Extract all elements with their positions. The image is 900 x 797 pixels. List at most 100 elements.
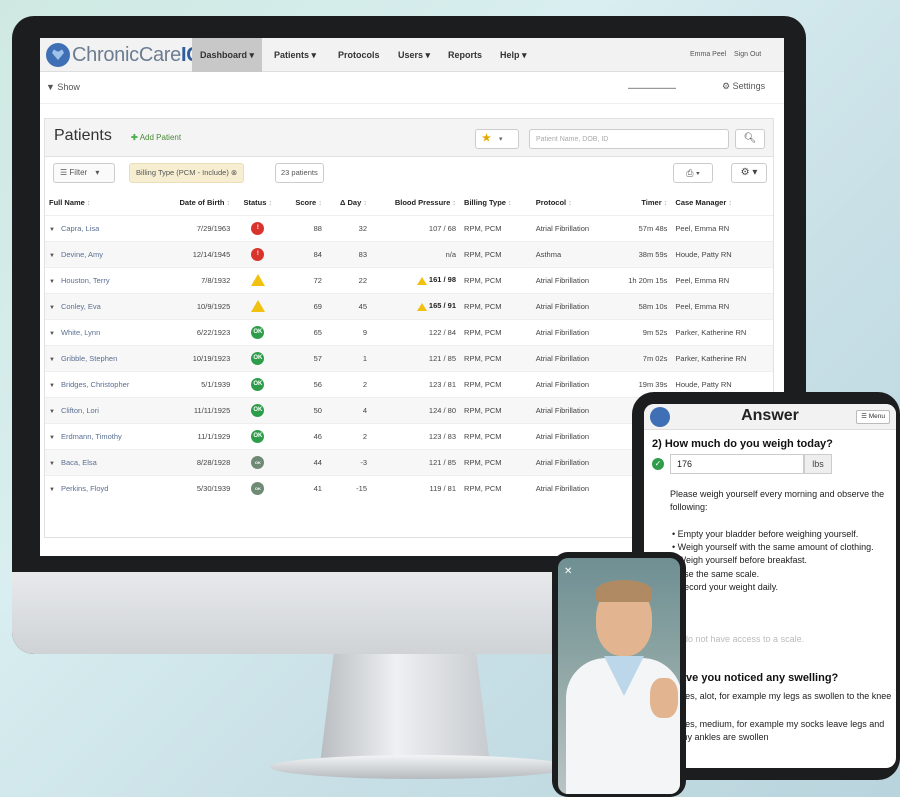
sort-icon: ↕	[663, 198, 668, 208]
blood-pressure-cell: n/a	[371, 240, 461, 267]
column-header-score[interactable]: Score ↕	[281, 191, 326, 215]
timer-cell: 38m 59s	[610, 240, 672, 267]
blood-pressure-cell: 123 / 81	[371, 370, 461, 397]
dob-cell: 11/1/1929	[158, 422, 235, 449]
patient-name-cell[interactable]: ▼ Erdmann, Timothy	[45, 422, 159, 449]
patient-name-cell[interactable]: ▼ Houston, Terry	[45, 266, 159, 293]
nav-patients[interactable]: Patients ▾	[266, 38, 324, 72]
sort-icon: ↕	[452, 198, 457, 208]
nav-users[interactable]: Users ▾	[390, 38, 438, 72]
patient-name-cell[interactable]: ▼ Perkins, Floyd	[45, 474, 159, 501]
swelling-option-2[interactable]: Yes, medium, for example my socks leave …	[680, 718, 892, 744]
column-header-timer[interactable]: Timer ↕	[611, 191, 672, 215]
table-row[interactable]: ▼ Conley, Eva 10/9/1925 69 45 165 / 91 RPM, PC…	[45, 292, 773, 319]
patient-count: 23 patients	[275, 163, 324, 183]
timer-cell: 58m 10s	[610, 292, 672, 319]
expand-caret-icon[interactable]: ▼	[49, 279, 55, 285]
score-cell: 65	[281, 318, 326, 345]
expand-caret-icon[interactable]: ▼	[49, 305, 55, 311]
column-header-billing-type[interactable]: Billing Type ↕	[460, 191, 532, 215]
list-icon: ☰	[60, 168, 68, 177]
billing-type-cell: RPM, PCM	[460, 448, 532, 475]
table-row[interactable]: ▼ Houston, Terry 7/8/1932 72 22 161 / 98 RPM, …	[45, 266, 773, 293]
column-header-delta-day[interactable]: Δ Day ↕	[326, 191, 371, 215]
column-header-dob[interactable]: Date of Birth ↕	[159, 191, 235, 215]
expand-caret-icon[interactable]: ▼	[49, 487, 55, 493]
menu-button[interactable]: ☰ Menu	[856, 410, 890, 424]
patient-name-cell[interactable]: ▼ Clifton, Lori	[45, 396, 159, 423]
delta-day-cell: -3	[325, 448, 371, 475]
patient-name-cell[interactable]: ▼ Devine, Amy	[45, 240, 159, 267]
status-cell: !	[234, 240, 282, 267]
nav-help[interactable]: Help ▾	[492, 38, 535, 72]
signout-link[interactable]: Sign Out	[734, 38, 761, 72]
patient-name-link[interactable]: Gribble, Stephen	[61, 354, 117, 363]
patient-name-cell[interactable]: ▼ Conley, Eva	[45, 292, 159, 319]
patient-name-cell[interactable]: ▼ White, Lynn	[45, 318, 159, 345]
sort-icon: ↕	[363, 198, 367, 208]
patient-name-link[interactable]: Houston, Terry	[61, 276, 110, 285]
table-row[interactable]: ▼ Devine, Amy 12/14/1945! 84 83 n/a RPM, PCM As…	[45, 240, 773, 267]
current-user[interactable]: Emma Peel	[690, 38, 726, 72]
search-button[interactable]: 🔍︎	[735, 129, 765, 149]
no-scale-option[interactable]: I do not have access to a scale.	[678, 634, 804, 644]
patient-name-link[interactable]: Devine, Amy	[61, 250, 103, 259]
table-settings-button[interactable]: ⚙ ▾	[731, 163, 767, 183]
ok-status-icon: OK	[251, 455, 265, 469]
patient-name-link[interactable]: Conley, Eva	[61, 302, 101, 311]
patient-search-input[interactable]: Patient Name, DOB, ID	[529, 129, 729, 149]
expand-caret-icon[interactable]: ▼	[49, 227, 55, 233]
table-row[interactable]: ▼ White, Lynn 6/22/1923 OK 65 9 122 / 84 RPM, P…	[45, 318, 773, 345]
expand-caret-icon[interactable]: ▼	[49, 435, 55, 441]
close-icon[interactable]: ✕	[564, 566, 572, 577]
patient-name-cell[interactable]: ▼ Capra, Lisa	[45, 214, 159, 241]
patient-name-cell[interactable]: ▼ Baca, Elsa	[45, 448, 159, 475]
blood-pressure-cell: 165 / 91	[371, 292, 461, 319]
patient-name-link[interactable]: Erdmann, Timothy	[61, 432, 122, 441]
delta-day-cell: 2	[325, 422, 371, 449]
add-patient-button[interactable]: ✚ Add Patient	[131, 133, 181, 142]
expand-caret-icon[interactable]: ▼	[49, 357, 55, 363]
nav-protocols[interactable]: Protocols	[330, 38, 388, 72]
patient-name-link[interactable]: White, Lynn	[61, 328, 100, 337]
tablet-header: Answer ☰ Menu	[644, 404, 896, 430]
warning-icon	[416, 302, 427, 311]
column-header-name[interactable]: Full Name ↕	[45, 191, 159, 215]
patient-name-link[interactable]: Capra, Lisa	[61, 224, 99, 233]
billing-type-cell: RPM, PCM	[460, 266, 532, 293]
question-text: 2) How much do you weigh today?	[652, 438, 833, 450]
expand-caret-icon[interactable]: ▼	[49, 383, 55, 389]
table-row[interactable]: ▼ Capra, Lisa 7/29/1963! 88 32 107 / 68 RPM, P…	[45, 214, 773, 241]
protocol-cell: Atrial Fibrillation	[531, 292, 611, 319]
patient-name-link[interactable]: Bridges, Christopher	[61, 380, 129, 389]
table-row[interactable]: ▼ Gribble, Stephen 10/19/1923 OK 57 1 121 / 85…	[45, 344, 773, 371]
patient-name-link[interactable]: Baca, Elsa	[61, 458, 97, 467]
settings-link[interactable]: ⚙ Settings	[722, 81, 765, 92]
app-logo[interactable]: ChronicCareIQ	[46, 42, 202, 68]
column-header-protocol[interactable]: Protocol ↕	[532, 191, 611, 215]
expand-caret-icon[interactable]: ▼	[49, 461, 55, 467]
protocol-cell: Atrial Fibrillation	[531, 474, 611, 501]
expand-caret-icon[interactable]: ▼	[49, 253, 55, 259]
patient-name-link[interactable]: Clifton, Lori	[61, 406, 99, 415]
patient-name-cell[interactable]: ▼ Gribble, Stephen	[45, 344, 159, 371]
weight-input[interactable]: 176	[670, 454, 804, 474]
list-item: • Use the same scale.	[672, 568, 760, 579]
timer-cell: 1h 20m 15s	[610, 266, 672, 293]
expand-caret-icon[interactable]: ▼	[49, 409, 55, 415]
column-header-status[interactable]: Status ↕	[234, 191, 281, 215]
billing-filter-chip[interactable]: Billing Type (PCM - Include) ⊗	[129, 163, 245, 183]
favorites-dropdown[interactable]: ★ ▾	[475, 129, 519, 149]
expand-caret-icon[interactable]: ▼	[49, 331, 55, 337]
filter-button[interactable]: ☰ Filter ▾	[53, 163, 115, 183]
show-toggle[interactable]: ▼ Show	[46, 82, 80, 92]
print-button[interactable]: ⎙ ▾	[673, 163, 713, 183]
column-header-blood-pressure[interactable]: Blood Pressure ↕	[371, 191, 460, 215]
swelling-option-1[interactable]: Yes, alot, for example my legs as swolle…	[680, 690, 892, 703]
column-header-label: Timer	[641, 198, 662, 208]
nav-dashboard[interactable]: Dashboard ▾	[192, 38, 263, 72]
column-header-case-manager[interactable]: Case Manager ↕	[671, 191, 773, 215]
nav-reports[interactable]: Reports	[440, 38, 490, 72]
patient-name-link[interactable]: Perkins, Floyd	[61, 484, 109, 493]
patient-name-cell[interactable]: ▼ Bridges, Christopher	[45, 370, 159, 397]
